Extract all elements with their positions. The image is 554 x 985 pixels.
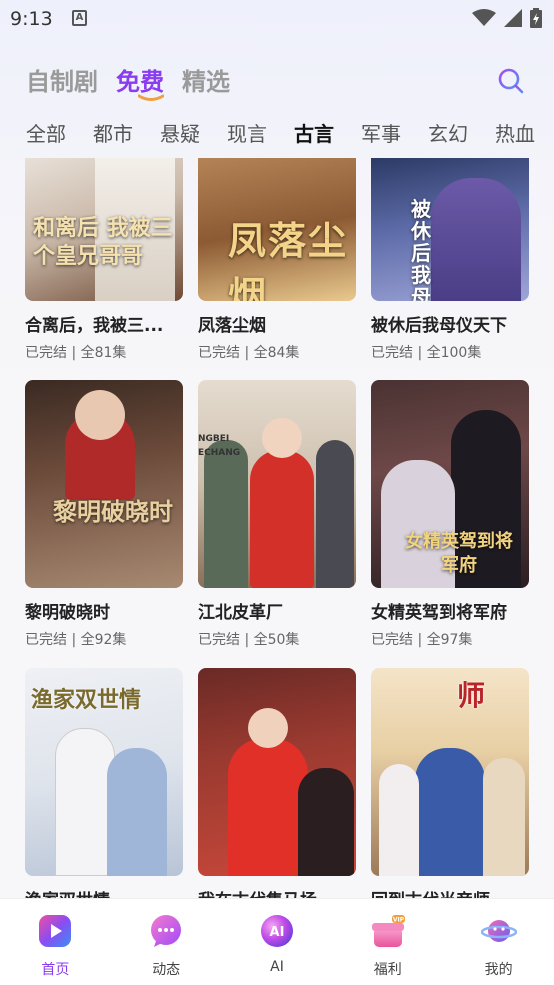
category-action[interactable]: 热血 <box>495 118 535 147</box>
drama-poster: NGBEI ECHANG <box>198 380 356 588</box>
category-ancient-romance[interactable]: 古言 <box>294 118 334 147</box>
drama-grid: 和离后 我被三个皇兄哥哥 合离后，我被三... 已完结 | 全81集 凤落尘烟 … <box>0 158 554 898</box>
drama-poster <box>198 668 356 876</box>
gift-vip-icon: VIP <box>371 915 405 947</box>
drama-episode-info: 已完结 | 全97集 <box>371 632 473 648</box>
svg-text:VIP: VIP <box>393 917 405 924</box>
poster-title: 被休后我母仪天 <box>411 197 431 301</box>
poster-title: NGBEI ECHANG <box>198 434 241 458</box>
drama-poster: 渔家双世情 <box>25 668 183 876</box>
drama-poster: 女精英驾到将军府 <box>371 380 529 588</box>
drama-title: 黎明破晓时 <box>25 603 110 623</box>
drama-title: 合离后，我被三... <box>25 316 164 336</box>
bottom-nav: 首页 动态 AI AI VIP 福利 我的 <box>0 898 554 985</box>
drama-card[interactable]: 黎明破晓时 黎明破晓时 已完结 | 全92集 <box>25 380 183 649</box>
nav-ai-label: AI <box>270 959 284 975</box>
drama-episode-info: 已完结 | 全100集 <box>371 345 482 361</box>
drama-episode-info: 已完结 | 全84集 <box>198 345 300 361</box>
tab-original-series[interactable]: 自制剧 <box>26 62 98 97</box>
poster-title: 和离后 我被三个皇兄哥哥 <box>33 215 173 269</box>
drama-card[interactable]: 被休后我母仪天 被休后我母仪天下 已完结 | 全100集 <box>371 158 529 362</box>
wifi-icon <box>472 9 496 26</box>
nav-ai[interactable]: AI AI <box>222 899 333 985</box>
nav-home-label: 首页 <box>41 962 70 978</box>
nav-profile-label: 我的 <box>484 962 513 978</box>
search-icon[interactable] <box>496 66 526 96</box>
status-time: 9:13 <box>10 8 53 30</box>
svg-text:AI: AI <box>270 925 285 940</box>
drama-card[interactable]: 和离后 我被三个皇兄哥哥 合离后，我被三... 已完结 | 全81集 <box>25 158 183 362</box>
drama-title: 江北皮革厂 <box>198 603 283 623</box>
nav-home[interactable]: 首页 <box>0 899 111 985</box>
category-military[interactable]: 军事 <box>361 118 401 147</box>
poster-title: 凤落尘烟 <box>228 218 349 301</box>
tab-free[interactable]: 免费 <box>116 62 164 101</box>
nav-rewards-label: 福利 <box>373 962 402 978</box>
chat-bubble-icon <box>151 915 182 947</box>
status-icons <box>472 8 542 28</box>
home-play-icon <box>39 915 72 947</box>
poster-title: 黎明破晓时 <box>53 497 173 526</box>
drama-title: 凤落尘烟 <box>198 316 266 336</box>
drama-card[interactable]: NGBEI ECHANG 江北皮革厂 已完结 | 全50集 <box>198 380 356 649</box>
drama-card[interactable]: 我在古代集马场 <box>198 668 356 898</box>
drama-card[interactable]: 师 回到古代当帝师 <box>371 668 529 898</box>
drama-title: 被休后我母仪天下 <box>371 316 507 336</box>
top-tabs: 自制剧 免费 精选 <box>26 62 230 101</box>
drama-poster: 被休后我母仪天 <box>371 158 529 301</box>
tab-featured[interactable]: 精选 <box>182 62 230 97</box>
category-urban[interactable]: 都市 <box>93 118 133 147</box>
category-suspense[interactable]: 悬疑 <box>160 118 200 147</box>
planet-profile-icon <box>480 920 517 942</box>
category-tabs: 全部 都市 悬疑 现言 古言 军事 玄幻 热血 <box>26 118 554 152</box>
drama-poster: 凤落尘烟 <box>198 158 356 301</box>
status-bar: 9:13 A <box>0 0 554 38</box>
drama-poster: 黎明破晓时 <box>25 380 183 588</box>
drama-card[interactable]: 渔家双世情 渔家双世情 <box>25 668 183 898</box>
tab-underline-icon <box>138 94 164 101</box>
drama-episode-info: 已完结 | 全81集 <box>25 345 127 361</box>
ai-orb-icon: AI <box>260 915 293 947</box>
drama-title: 我在古代集马场 <box>198 886 356 898</box>
drama-poster: 师 <box>371 668 529 876</box>
drama-episode-info: 已完结 | 全50集 <box>198 632 300 648</box>
drama-card[interactable]: 女精英驾到将军府 女精英驾到将军府 已完结 | 全97集 <box>371 380 529 649</box>
poster-title: 师 <box>457 679 486 712</box>
nav-rewards[interactable]: VIP 福利 <box>332 899 443 985</box>
category-modern-romance[interactable]: 现言 <box>227 118 267 147</box>
battery-icon <box>530 8 542 28</box>
drama-title: 回到古代当帝师 <box>371 886 529 898</box>
drama-title: 渔家双世情 <box>25 886 183 898</box>
drama-episode-info: 已完结 | 全92集 <box>25 632 127 648</box>
nav-profile[interactable]: 我的 <box>443 899 554 985</box>
signal-icon <box>504 9 522 27</box>
category-all[interactable]: 全部 <box>26 118 66 147</box>
tab-free-label: 免费 <box>116 68 164 96</box>
poster-title: 渔家双世情 <box>31 687 142 713</box>
nav-feed[interactable]: 动态 <box>111 899 222 985</box>
status-notification-icon: A <box>72 10 87 26</box>
drama-card[interactable]: 凤落尘烟 凤落尘烟 已完结 | 全84集 <box>198 158 356 362</box>
drama-title: 女精英驾到将军府 <box>371 603 507 623</box>
category-fantasy[interactable]: 玄幻 <box>428 118 468 147</box>
drama-poster: 和离后 我被三个皇兄哥哥 <box>25 158 183 301</box>
nav-feed-label: 动态 <box>152 962 181 978</box>
poster-title: 女精英驾到将军府 <box>405 531 513 576</box>
